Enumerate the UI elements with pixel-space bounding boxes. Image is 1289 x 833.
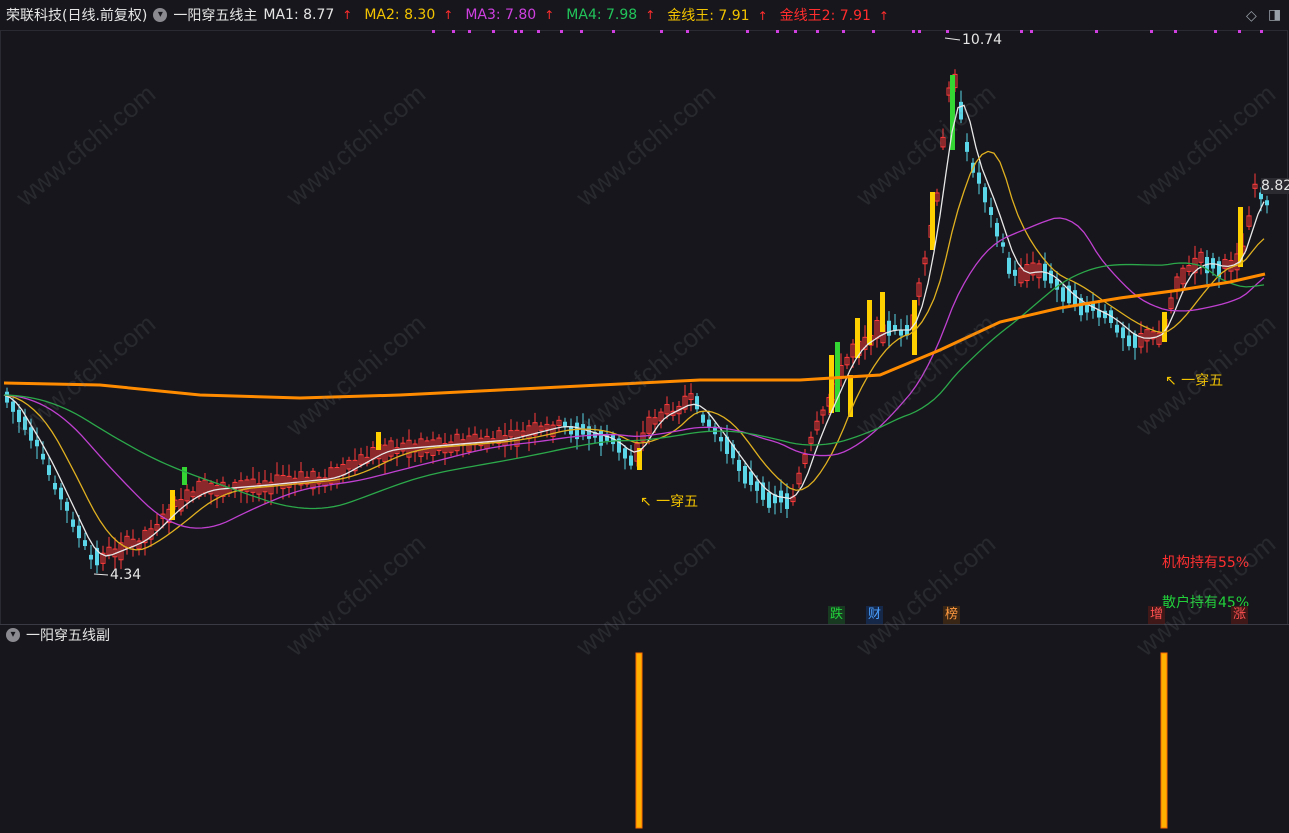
high-pointer	[944, 37, 961, 41]
candle-body	[11, 401, 15, 412]
candle-body	[53, 482, 57, 490]
signal-candle	[376, 432, 381, 450]
signal-dot	[794, 30, 797, 33]
signal-dot	[1174, 30, 1177, 33]
candle-body	[737, 459, 741, 471]
signal-dot	[776, 30, 779, 33]
candle-body	[83, 540, 87, 547]
candle-body	[1049, 270, 1053, 284]
candle-body	[59, 487, 63, 500]
low-pointer	[93, 573, 109, 576]
candle-body	[1013, 269, 1017, 276]
chevron-down-icon[interactable]: ▾	[6, 628, 20, 642]
candle-body	[701, 414, 705, 423]
signal-dot	[1260, 30, 1263, 33]
candle-body	[41, 453, 45, 460]
signal-dot	[842, 30, 845, 33]
candle-body	[1115, 324, 1119, 333]
signal-candle	[930, 192, 935, 250]
sub-signal-bar	[1160, 652, 1168, 829]
signal-candle	[829, 355, 834, 413]
event-tag-bang[interactable]: 榜	[943, 606, 961, 624]
candle-body	[623, 448, 627, 459]
candle-body	[1061, 287, 1065, 302]
event-tag-zhang[interactable]: 涨	[1231, 606, 1249, 624]
candle-body	[749, 471, 753, 485]
signal-candle	[855, 318, 860, 358]
signal-dot	[660, 30, 663, 33]
candle-body	[965, 141, 969, 152]
signal-dot	[514, 30, 517, 33]
candle-body	[695, 396, 699, 410]
candle-body	[743, 465, 747, 484]
signal-dot	[816, 30, 819, 33]
candle-body	[1121, 327, 1125, 339]
signal-dot	[1238, 30, 1241, 33]
signal-dot	[537, 30, 540, 33]
candle-body	[995, 222, 999, 237]
signal-dot	[1095, 30, 1098, 33]
signal-dot	[872, 30, 875, 33]
candle-body	[977, 172, 981, 184]
signal-dot	[1214, 30, 1217, 33]
signal-candle	[867, 300, 872, 345]
signal-dot	[612, 30, 615, 33]
candle-body	[77, 525, 81, 539]
candle-body	[899, 329, 903, 336]
candle-body	[47, 465, 51, 476]
candle-body	[65, 501, 69, 511]
sub-signal-bar	[635, 652, 643, 829]
candle-body	[989, 207, 993, 215]
candle-body	[629, 455, 633, 466]
signal-dot	[468, 30, 471, 33]
signal-dot	[580, 30, 583, 33]
chart-window: 荣联科技(日线.前复权) ▾ 一阳穿五线主 MA1: 8.77 ↑ MA2: 8.…	[0, 0, 1289, 833]
signal-dot	[1020, 30, 1023, 33]
candle-body	[983, 187, 987, 203]
signal-candle	[182, 467, 187, 485]
candle-body	[707, 419, 711, 427]
candle-body	[785, 493, 789, 509]
signal-candle	[1162, 312, 1167, 342]
candle-body	[1085, 304, 1089, 313]
sub-indicator-name[interactable]: 一阳穿五线副	[26, 625, 110, 645]
event-tag-die[interactable]: 跌	[828, 606, 846, 624]
main-panel-border	[0, 30, 1288, 625]
candle-body	[893, 325, 897, 331]
cross-signal-label-1: ↖ 一穿五	[640, 494, 699, 510]
candle-body	[71, 519, 75, 527]
signal-dot	[492, 30, 495, 33]
candle-body	[887, 320, 891, 336]
signal-dot	[452, 30, 455, 33]
high-price-label: 10.74	[962, 32, 1003, 48]
signal-dot	[746, 30, 749, 33]
signal-dot	[1030, 30, 1033, 33]
candle-body	[1073, 290, 1077, 306]
low-price-label: 4.34	[110, 567, 142, 583]
candle-body	[1007, 257, 1011, 274]
candle-body	[1133, 333, 1137, 348]
signal-dot	[1150, 30, 1153, 33]
signal-candle	[880, 292, 885, 332]
signal-dot	[560, 30, 563, 33]
signal-dot	[520, 30, 523, 33]
signal-dot	[946, 30, 949, 33]
candle-body	[767, 492, 771, 508]
signal-dot	[918, 30, 921, 33]
sub-panel-header: ▾ 一阳穿五线副	[0, 624, 1289, 646]
last-price-label: 8.82	[1261, 178, 1289, 194]
signal-dot	[686, 30, 689, 33]
signal-dot	[912, 30, 915, 33]
signal-dot	[432, 30, 435, 33]
candle-body	[89, 554, 93, 560]
signal-candle	[912, 300, 917, 355]
candle-body	[755, 481, 759, 491]
candle-body	[1001, 242, 1005, 247]
candle-body	[1265, 200, 1269, 206]
candle-body	[719, 436, 723, 442]
candle-body	[1127, 335, 1131, 347]
candle-body	[35, 439, 39, 447]
